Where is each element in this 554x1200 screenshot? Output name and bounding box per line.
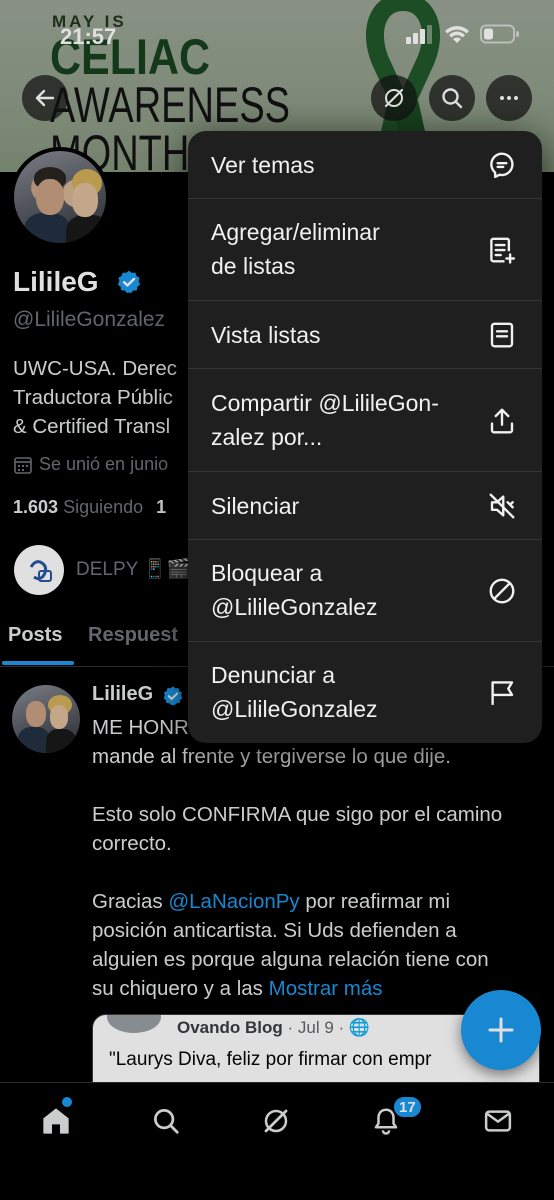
menu-item-label: Ver temas	[211, 152, 315, 178]
menu-item-view-topics[interactable]: Ver temas	[188, 131, 542, 199]
menu-item-share-profile[interactable]: Compartir @LilileGon- zalez por...	[188, 369, 542, 472]
menu-item-label: Silenciar	[211, 493, 300, 519]
mute-icon	[486, 490, 518, 522]
lists-icon	[486, 319, 518, 351]
menu-item-label: Denunciar a @LilileGonzalez	[211, 662, 378, 722]
block-icon	[486, 575, 518, 607]
share-icon	[486, 405, 518, 437]
topics-icon	[486, 149, 518, 181]
menu-item-report[interactable]: Denunciar a @LilileGonzalez	[188, 642, 542, 743]
menu-item-label: Agregar/eliminar de listas	[211, 219, 380, 279]
profile-options-menu: Ver temas Agregar/eliminar de listas Vis…	[188, 131, 542, 743]
add-to-list-icon	[486, 234, 518, 266]
menu-item-label: Vista listas	[211, 322, 321, 348]
menu-item-view-lists[interactable]: Vista listas	[188, 301, 542, 369]
menu-item-block[interactable]: Bloquear a @LilileGonzalez	[188, 540, 542, 642]
menu-item-label: Bloquear a @LilileGonzalez	[211, 560, 378, 620]
flag-icon	[486, 677, 518, 709]
menu-item-label: Compartir @LilileGon- zalez por...	[211, 390, 439, 450]
menu-item-add-remove-lists[interactable]: Agregar/eliminar de listas	[188, 199, 542, 301]
menu-item-mute[interactable]: Silenciar	[188, 472, 542, 540]
